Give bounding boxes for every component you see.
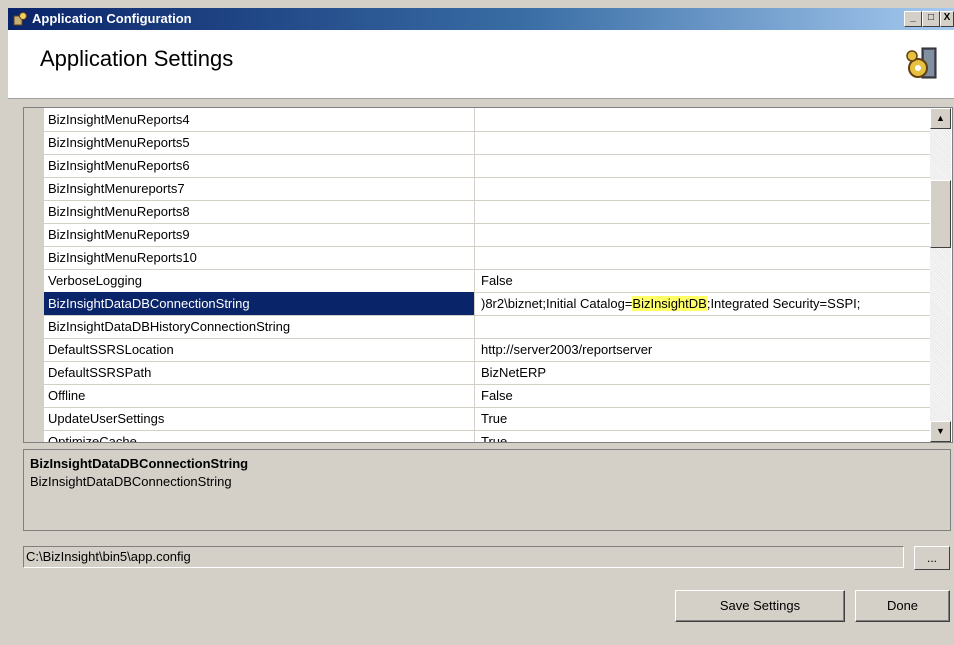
setting-value[interactable] [475, 223, 930, 246]
title-bar[interactable]: Application Configuration _ □ X [8, 8, 954, 30]
setting-name[interactable]: BizInsightDataDBHistoryConnectionString [44, 315, 475, 338]
setting-name[interactable]: BizInsightDataDBConnectionString [44, 292, 475, 315]
setting-row[interactable]: BizInsightMenureports7 [44, 177, 930, 201]
app-gear-icon [13, 12, 27, 26]
setting-value[interactable] [475, 108, 930, 131]
scroll-down-arrow-icon[interactable]: ▼ [930, 421, 951, 442]
setting-row[interactable]: DefaultSSRSLocation http://server2003/rep… [44, 338, 930, 362]
setting-value[interactable] [475, 131, 930, 154]
setting-name[interactable]: BizInsightMenureports7 [44, 177, 475, 200]
description-title: BizInsightDataDBConnectionString [30, 456, 249, 471]
setting-name[interactable]: DefaultSSRSPath [44, 361, 475, 384]
setting-name[interactable]: BizInsightMenuReports4 [44, 108, 475, 131]
maximize-button[interactable]: □ [922, 11, 940, 27]
save-settings-button[interactable]: Save Settings [675, 590, 845, 622]
value-text: )8r2\biznet;Initial Catalog= [481, 296, 633, 311]
setting-value[interactable]: BizNetERP [475, 361, 930, 384]
setting-value[interactable]: http://server2003/reportserver [475, 338, 930, 361]
window-title: Application Configuration [32, 11, 192, 26]
config-path-field[interactable]: C:\BizInsight\bin5\app.config [23, 546, 904, 568]
scroll-up-arrow-icon[interactable]: ▲ [930, 108, 951, 129]
setting-value[interactable] [475, 177, 930, 200]
description-panel: BizInsightDataDBConnectionString BizInsi… [23, 449, 951, 531]
done-button[interactable]: Done [855, 590, 950, 622]
setting-row[interactable]: BizInsightMenuReports6 [44, 154, 930, 178]
setting-row[interactable]: BizInsightDataDBConnectionString)8r2\biz… [44, 292, 930, 316]
scroll-thumb[interactable] [930, 180, 951, 248]
setting-name[interactable]: BizInsightMenuReports6 [44, 154, 475, 177]
browse-button[interactable]: ... [914, 546, 950, 570]
setting-row[interactable]: BizInsightMenuReports5 [44, 131, 930, 155]
close-button[interactable]: X [940, 11, 954, 27]
setting-name[interactable]: BizInsightMenuReports10 [44, 246, 475, 269]
description-text: BizInsightDataDBConnectionString [30, 474, 232, 489]
setting-row[interactable]: UpdateUserSettings True [44, 407, 930, 431]
setting-row[interactable]: OptimizeCache True [44, 430, 930, 442]
setting-row[interactable]: VerboseLogging False [44, 269, 930, 293]
setting-value[interactable] [475, 154, 930, 177]
setting-value[interactable]: )8r2\biznet;Initial Catalog=BizInsightDB… [475, 292, 930, 315]
setting-row[interactable]: BizInsightMenuReports8 [44, 200, 930, 224]
page-title: Application Settings [40, 46, 234, 71]
setting-value[interactable] [475, 315, 930, 338]
setting-value[interactable] [475, 246, 930, 269]
value-text: ;Integrated Security=SSPI; [706, 296, 861, 311]
setting-value[interactable] [475, 200, 930, 223]
config-gear-icon [906, 47, 937, 79]
minimize-button[interactable]: _ [904, 11, 922, 27]
setting-value[interactable]: True [475, 407, 930, 430]
setting-row[interactable]: BizInsightDataDBHistoryConnectionString [44, 315, 930, 339]
setting-name[interactable]: OptimizeCache [44, 430, 475, 442]
grid-margin [24, 108, 44, 442]
setting-row[interactable]: DefaultSSRSPath BizNetERP [44, 361, 930, 385]
vertical-scrollbar[interactable]: ▲ ▼ [930, 108, 951, 442]
setting-name[interactable]: BizInsightMenuReports5 [44, 131, 475, 154]
setting-name[interactable]: BizInsightMenuReports8 [44, 200, 475, 223]
setting-name[interactable]: Offline [44, 384, 475, 407]
setting-row[interactable]: BizInsightMenuReports9 [44, 223, 930, 247]
setting-row[interactable]: Offline False [44, 384, 930, 408]
app-config-window: Application Configuration _ □ X Applicat… [0, 0, 954, 645]
setting-value[interactable]: False [475, 384, 930, 407]
setting-value[interactable]: False [475, 269, 930, 292]
header-banner: Application Settings [8, 30, 954, 99]
setting-name[interactable]: BizInsightMenuReports9 [44, 223, 475, 246]
setting-value[interactable]: True [475, 430, 930, 442]
setting-name[interactable]: DefaultSSRSLocation [44, 338, 475, 361]
highlighted-text: BizInsightDB [632, 296, 707, 311]
setting-name[interactable]: VerboseLogging [44, 269, 475, 292]
setting-name[interactable]: UpdateUserSettings [44, 407, 475, 430]
setting-row[interactable]: BizInsightMenuReports10 [44, 246, 930, 270]
settings-grid[interactable]: BizInsightMenuReports4 BizInsightMenuRepo… [23, 107, 953, 443]
setting-row[interactable]: BizInsightMenuReports4 [44, 108, 930, 132]
